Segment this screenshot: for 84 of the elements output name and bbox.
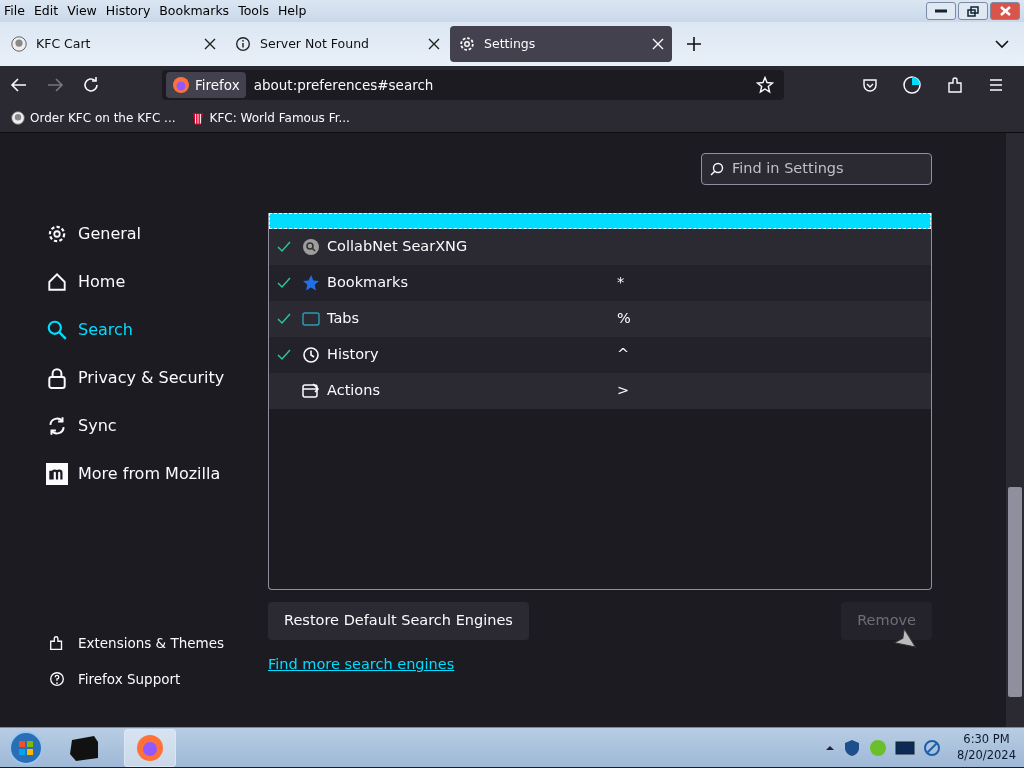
checkmark-icon[interactable]: [277, 276, 291, 290]
help-icon: [48, 669, 66, 688]
home-icon: [46, 271, 68, 293]
sidebar-item[interactable]: General: [46, 210, 268, 258]
sidebar-link[interactable]: Extensions & Themes: [48, 632, 268, 653]
extensions-icon[interactable]: [946, 76, 964, 94]
bookmark-item[interactable]: Order KFC on the KFC ...: [10, 109, 176, 127]
clock-icon: [301, 345, 321, 365]
menu-item[interactable]: Help: [277, 1, 307, 21]
menu-item[interactable]: Bookmarks: [159, 1, 230, 21]
engine-name: Tabs: [327, 309, 361, 329]
engine-name: Actions: [327, 381, 381, 401]
keyword-text: %: [617, 309, 631, 329]
engine-row[interactable]: History ^: [269, 337, 931, 373]
bookmark-item[interactable]: KFC: World Famous Fr...: [189, 109, 350, 127]
sidebar-item[interactable]: Privacy & Security: [46, 354, 268, 402]
sidebar-item[interactable]: More from Mozilla: [46, 450, 268, 498]
taskbar-button[interactable]: [124, 728, 176, 767]
scrollbar-thumb[interactable]: [1008, 487, 1022, 697]
pocket-icon[interactable]: [862, 77, 878, 93]
identity-button[interactable]: Firefox: [166, 71, 246, 99]
close-icon: [999, 6, 1011, 16]
gear-icon: [46, 223, 68, 245]
actions-icon: [301, 381, 321, 401]
minimize-icon: [935, 9, 947, 13]
minimize-button[interactable]: [926, 2, 956, 20]
engine-row[interactable]: Tabs %: [269, 301, 931, 337]
engine-name: History: [327, 345, 380, 365]
find-more-link[interactable]: Find more search engines: [268, 653, 455, 676]
back-icon[interactable]: [10, 76, 28, 94]
shield-icon[interactable]: [843, 738, 862, 757]
lock-icon: [46, 367, 68, 389]
keyword-text: ^: [617, 345, 630, 365]
gear-icon: [458, 35, 476, 53]
engine-row[interactable]: Bookmarks *: [269, 265, 931, 301]
restore-button[interactable]: Restore Default Search Engines: [268, 602, 529, 640]
menu-icon[interactable]: [988, 77, 1004, 93]
engine-name: Bookmarks: [327, 273, 409, 293]
search-box[interactable]: Find in Settings: [701, 153, 932, 185]
sidebar-item[interactable]: Search: [46, 306, 268, 354]
sidebar-item[interactable]: Sync: [46, 402, 268, 450]
restore-button[interactable]: [958, 2, 988, 20]
account-icon[interactable]: [902, 75, 922, 95]
url-text[interactable]: about:preferences#search: [253, 74, 434, 96]
forward-icon[interactable]: [46, 76, 64, 94]
new-tab-icon[interactable]: [686, 36, 702, 52]
engine-name: CollabNet SearXNG: [327, 237, 469, 257]
menu-item[interactable]: Edit: [33, 1, 59, 21]
engine-row[interactable]: Actions >: [269, 373, 931, 409]
sidebar-link[interactable]: Firefox Support: [48, 668, 268, 689]
firefox-logo-icon: [135, 732, 165, 763]
checkmark-icon[interactable]: [277, 348, 291, 362]
menu-item[interactable]: Tools: [238, 1, 269, 21]
engine-row[interactable]: CollabNet SearXNG: [269, 229, 931, 265]
info-icon: [234, 35, 252, 53]
close-icon[interactable]: [428, 38, 440, 50]
keyword-text: *: [617, 273, 625, 293]
close-icon[interactable]: [204, 38, 216, 50]
m-logo-icon: [46, 463, 68, 485]
checkmark-icon[interactable]: [277, 312, 291, 326]
checkmark-icon[interactable]: [277, 240, 291, 254]
sync-icon: [46, 415, 68, 437]
close-button[interactable]: [990, 2, 1020, 20]
clock[interactable]: 6:30 PM 8/20/2024: [957, 732, 1016, 763]
tab-icon: [301, 309, 321, 329]
sidebar-item[interactable]: Home: [46, 258, 268, 306]
browser-tab[interactable]: Server Not Found: [226, 26, 448, 62]
search-icon: [710, 162, 724, 176]
menu-item[interactable]: View: [67, 1, 97, 21]
menu-item[interactable]: History: [105, 1, 151, 21]
search-icon: [46, 319, 68, 341]
menu-item[interactable]: File: [4, 1, 25, 21]
keyword-text: >: [617, 381, 630, 401]
search-engine-icon: [301, 237, 321, 257]
star-icon: [301, 273, 321, 293]
star-icon[interactable]: [756, 76, 774, 94]
monitor-icon[interactable]: [895, 739, 916, 756]
firefox-logo-icon: [172, 76, 190, 94]
browser-tab[interactable]: KFC Cart: [2, 26, 224, 62]
search-field[interactable]: Find in Settings: [730, 157, 920, 181]
start-button[interactable]: [8, 729, 44, 766]
reload-icon[interactable]: [82, 76, 100, 94]
browser-tab[interactable]: Settings: [450, 26, 672, 62]
restore-icon: [967, 5, 979, 17]
